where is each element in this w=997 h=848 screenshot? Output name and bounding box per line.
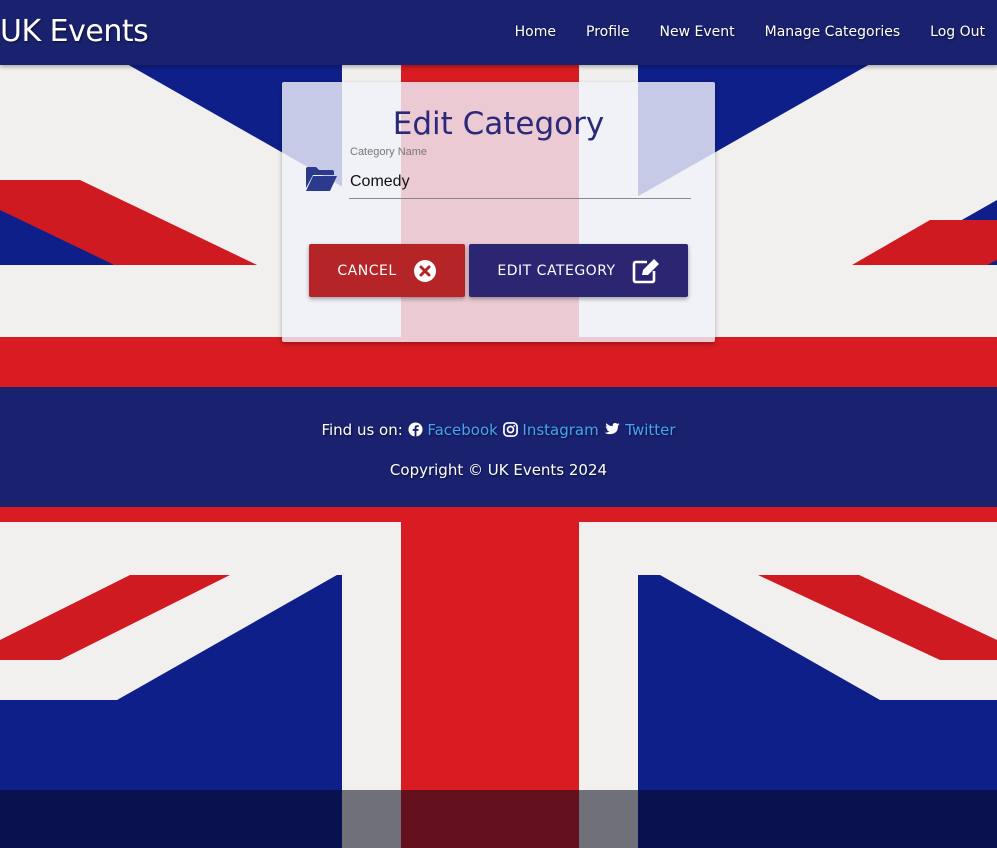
category-name-label: Category Name [350, 146, 428, 158]
social-links: Find us on: Facebook Instagram Twitter [0, 421, 997, 439]
times-circle-icon [413, 259, 436, 282]
find-us-label: Find us on: [321, 421, 403, 439]
edit-category-button-label: EDIT CATEGORY [497, 262, 616, 279]
cancel-button-label: CANCEL [337, 262, 397, 279]
page-title: Edit Category [392, 106, 605, 142]
edit-icon [632, 258, 659, 283]
copyright-text: Copyright © UK Events 2024 [389, 461, 608, 479]
site-footer: Find us on: Facebook Instagram Twitter C… [0, 387, 997, 507]
twitter-link[interactable]: Twitter [625, 421, 675, 439]
nav-item-new-event[interactable]: New Event [660, 24, 735, 40]
nav-item-home[interactable]: Home [515, 24, 556, 40]
instagram-icon [502, 422, 518, 437]
category-name-input[interactable] [349, 166, 691, 199]
top-navbar: UK Events Home Profile New Event Manage … [0, 0, 997, 65]
folder-open-icon [306, 167, 337, 191]
nav-item-profile[interactable]: Profile [586, 24, 630, 40]
nav-item-manage-categories[interactable]: Manage Categories [765, 24, 901, 40]
nav-item-log-out[interactable]: Log Out [930, 24, 985, 40]
instagram-link[interactable]: Instagram [522, 421, 598, 439]
cancel-button[interactable]: CANCEL [309, 244, 465, 297]
edit-category-button[interactable]: EDIT CATEGORY [469, 244, 688, 297]
edit-category-card: Edit Category Category Name CANCEL EDIT … [282, 82, 715, 342]
brand-logo[interactable]: UK Events [0, 14, 149, 49]
facebook-link[interactable]: Facebook [427, 421, 497, 439]
facebook-icon [408, 422, 423, 437]
nav-menu: Home Profile New Event Manage Categories… [485, 24, 985, 40]
twitter-icon [605, 422, 621, 435]
